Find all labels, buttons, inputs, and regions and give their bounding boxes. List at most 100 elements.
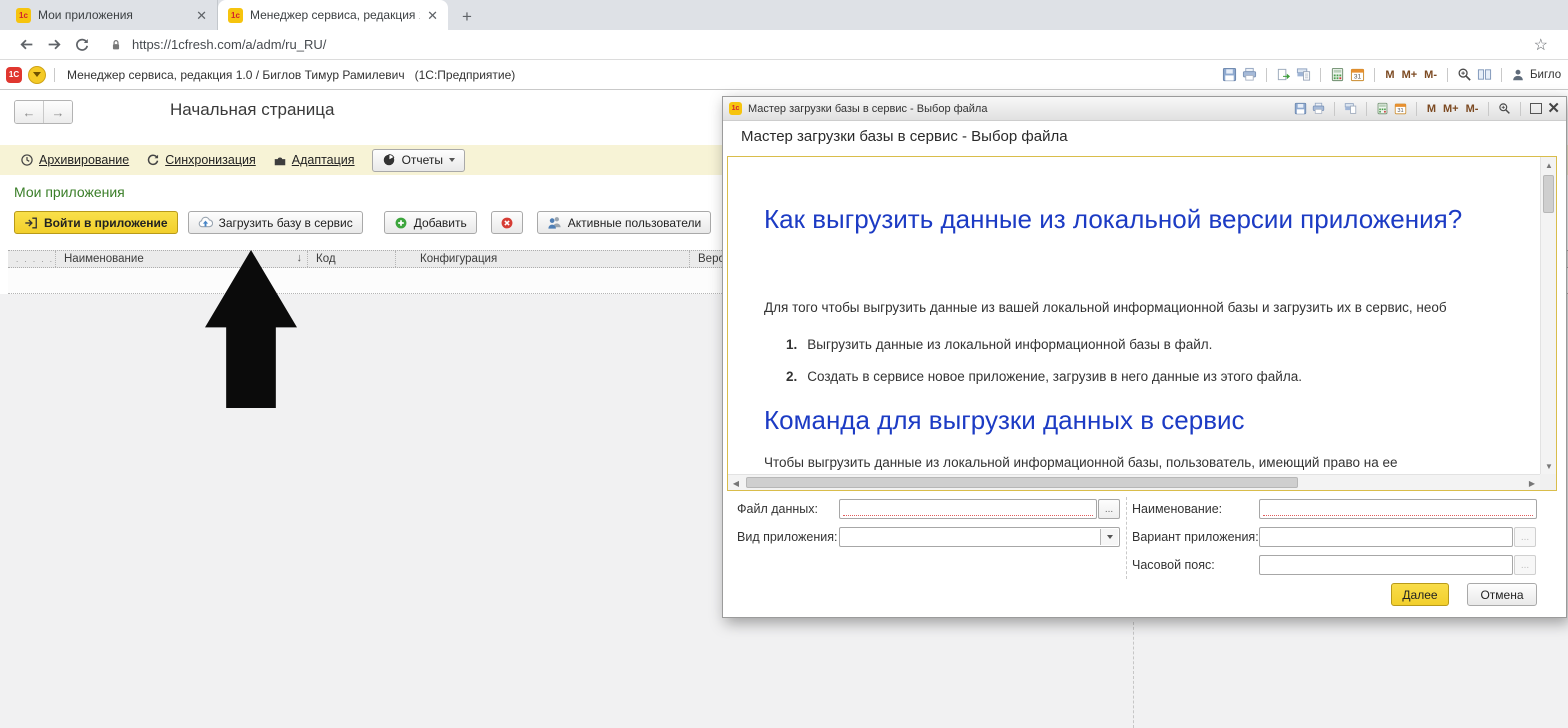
dialog-titlebar[interactable]: 1с Мастер загрузки базы в сервис - Выбор… — [723, 97, 1566, 121]
timezone-input[interactable] — [1259, 555, 1513, 575]
memory-m-button[interactable]: M — [1384, 69, 1395, 81]
scroll-down-icon[interactable]: ▼ — [1541, 458, 1556, 474]
memory-m-button[interactable]: M — [1426, 103, 1437, 115]
tab-title: Менеджер сервиса, редакция 1 — [250, 8, 421, 22]
memory-m-minus-button[interactable]: M- — [1465, 103, 1480, 115]
vertical-scrollbar[interactable]: ▲ ▼ — [1540, 157, 1556, 474]
app-header: 1С Менеджер сервиса, редакция 1.0 / Бигл… — [0, 60, 1568, 90]
users-icon — [548, 217, 561, 229]
app-title: Менеджер сервиса, редакция 1.0 / Биглов … — [67, 67, 516, 82]
print-icon[interactable] — [1242, 67, 1257, 82]
memory-m-minus-button[interactable]: M- — [1423, 69, 1438, 81]
new-tab-button[interactable]: + — [454, 4, 480, 30]
svg-text:31: 31 — [1397, 108, 1403, 114]
reports-button[interactable]: Отчеты — [371, 148, 466, 172]
close-icon[interactable]: ✕ — [1547, 101, 1560, 116]
split-window-icon[interactable] — [1477, 67, 1492, 82]
column-selector[interactable]: . . . . . — [8, 251, 56, 267]
print-preview-icon[interactable] — [1296, 67, 1311, 82]
print-preview-icon[interactable] — [1344, 102, 1357, 115]
memory-m-plus-button[interactable]: M+ — [1442, 103, 1460, 115]
history-back-button[interactable]: ← — [15, 101, 43, 123]
app-kind-label: Вид приложения: — [737, 530, 838, 544]
column-code[interactable]: Код — [308, 251, 396, 267]
scrollbar-thumb[interactable] — [1543, 175, 1554, 213]
file-label: Файл данных: — [737, 502, 818, 516]
calculator-icon[interactable] — [1330, 67, 1345, 82]
bookmark-star-icon[interactable]: ☆ — [1534, 35, 1548, 55]
lock-icon — [106, 38, 126, 52]
column-guide-line — [1133, 622, 1134, 728]
close-icon[interactable]: ✕ — [196, 9, 207, 22]
cloud-upload-icon — [198, 216, 213, 228]
login-app-button[interactable]: Войти в приложение — [14, 211, 178, 234]
open-file-icon[interactable] — [1276, 67, 1291, 82]
login-icon — [25, 217, 37, 228]
delete-circle-icon — [501, 217, 513, 228]
file-browse-button[interactable]: ... — [1098, 499, 1120, 519]
upload-db-button[interactable]: Загрузить базу в сервис — [187, 211, 363, 234]
page-nav: ← → — [14, 100, 73, 124]
app-kind-select[interactable] — [839, 527, 1120, 547]
sync-icon — [148, 154, 159, 166]
save-icon[interactable] — [1222, 67, 1237, 82]
help-paragraph-2: Чтобы выгрузить данные из локальной инфо… — [764, 455, 1398, 470]
help-step-1: 1. Выгрузить данные из локальной информац… — [786, 337, 1213, 352]
save-icon[interactable] — [1294, 102, 1307, 115]
tab-title: Мои приложения — [38, 8, 133, 22]
horizontal-scrollbar[interactable]: ◀ ▶ — [728, 474, 1540, 490]
delete-button[interactable] — [490, 211, 523, 234]
adaptation-link[interactable]: Адаптация — [273, 153, 355, 167]
close-icon[interactable]: ✕ — [427, 9, 438, 22]
dropdown-icon[interactable] — [1100, 529, 1118, 545]
calendar-icon[interactable]: 31 — [1350, 67, 1365, 82]
sync-link[interactable]: Синхронизация — [146, 153, 256, 167]
svg-text:31: 31 — [1354, 74, 1362, 81]
column-name[interactable]: Наименование ↓ — [56, 251, 308, 267]
help-heading-2: Команда для выгрузки данных в сервис — [764, 405, 1245, 435]
scroll-up-icon[interactable]: ▲ — [1541, 157, 1556, 173]
forward-icon[interactable] — [40, 36, 68, 53]
url-bar: https://1cfresh.com/a/adm/ru_RU/ ☆ — [0, 30, 1568, 60]
help-panel: Как выгрузить данные из локальной версии… — [727, 156, 1557, 491]
main-menu-button[interactable] — [28, 65, 46, 84]
column-config[interactable]: Конфигурация — [396, 251, 690, 267]
address-input[interactable]: https://1cfresh.com/a/adm/ru_RU/ — [132, 37, 1534, 52]
zoom-icon[interactable] — [1498, 102, 1511, 115]
reload-icon[interactable] — [68, 37, 96, 53]
name-label: Наименование: — [1132, 502, 1223, 516]
timezone-browse-button[interactable]: ... — [1514, 555, 1536, 575]
clock-icon — [21, 154, 33, 166]
memory-m-plus-button[interactable]: M+ — [1401, 69, 1419, 81]
onec-favicon: 1с — [16, 7, 31, 23]
maximize-icon[interactable] — [1530, 103, 1543, 114]
name-input[interactable] — [1259, 499, 1537, 519]
dialog-heading: Мастер загрузки базы в сервис - Выбор фа… — [741, 128, 1068, 145]
print-icon[interactable] — [1312, 102, 1325, 115]
timezone-label: Часовой пояс: — [1132, 558, 1215, 572]
calculator-icon[interactable] — [1376, 102, 1389, 115]
tab-service-manager[interactable]: 1с Менеджер сервиса, редакция 1 ✕ — [218, 0, 448, 30]
onec-logo: 1С — [6, 66, 22, 83]
scrollbar-thumb[interactable] — [746, 477, 1298, 488]
app-variant-input[interactable] — [1259, 527, 1513, 547]
pie-chart-icon — [383, 154, 394, 166]
back-icon[interactable] — [12, 36, 40, 53]
active-users-button[interactable]: Активные пользователи — [536, 211, 712, 234]
cancel-button[interactable]: Отмена — [1467, 583, 1537, 606]
user-icon[interactable] — [1511, 68, 1525, 82]
dialog-toolbar: 31 M M+ M- ✕ — [1294, 101, 1560, 116]
add-button[interactable]: Добавить — [383, 211, 477, 234]
scroll-left-icon[interactable]: ◀ — [728, 475, 744, 490]
data-file-input[interactable] — [839, 499, 1097, 519]
next-button[interactable]: Далее — [1391, 583, 1449, 606]
archive-link[interactable]: Архивирование — [20, 153, 129, 167]
variant-browse-button[interactable]: ... — [1514, 527, 1536, 547]
user-name[interactable]: Бигло — [1530, 69, 1562, 81]
scroll-right-icon[interactable]: ▶ — [1524, 475, 1540, 490]
zoom-icon[interactable] — [1457, 67, 1472, 82]
tab-my-apps[interactable]: 1с Мои приложения ✕ — [6, 0, 218, 30]
calendar-icon[interactable]: 31 — [1394, 102, 1407, 115]
history-forward-button[interactable]: → — [43, 101, 72, 123]
upload-wizard-dialog: 1с Мастер загрузки базы в сервис - Выбор… — [722, 96, 1567, 618]
